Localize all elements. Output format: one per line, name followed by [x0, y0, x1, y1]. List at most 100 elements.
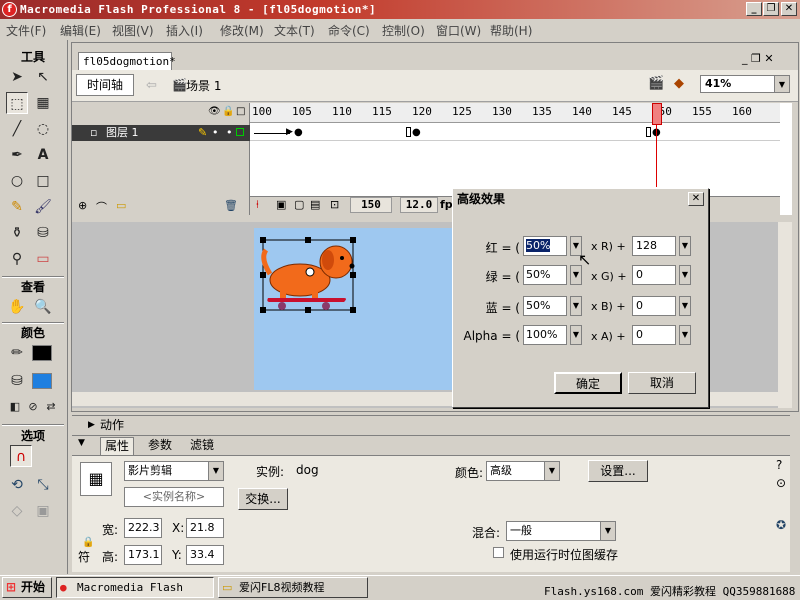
layer-row[interactable]: ▫ 图层 1 ✎ • • [72, 125, 250, 141]
delete-layer-icon[interactable]: 🗑 [224, 199, 238, 212]
swap-colors-icon[interactable]: ⇄ [40, 396, 62, 418]
handle[interactable] [260, 272, 266, 278]
edit-symbols-icon[interactable]: ◆ [674, 76, 684, 91]
paint-bucket-tool-icon[interactable]: ⛁ [32, 222, 54, 244]
alpha-offset-dropdown[interactable]: ▼ [679, 325, 691, 345]
outline-icon[interactable]: □ [236, 106, 245, 117]
handle[interactable] [260, 307, 266, 313]
zoom-select[interactable]: 41% ▼ [700, 75, 790, 93]
collapse-icon[interactable]: ⊙ [776, 476, 786, 490]
fill-color-swatch[interactable] [32, 373, 52, 389]
frame-ruler[interactable]: 100 105 110 115 120 125 130 135 140 145 … [250, 103, 780, 123]
eraser-tool-icon[interactable]: ▭ [32, 248, 54, 270]
eye-icon[interactable]: 👁 [208, 106, 221, 117]
stroke-color-swatch[interactable] [32, 345, 52, 361]
visibility-dot[interactable]: • [212, 125, 219, 141]
blue-offset-dropdown[interactable]: ▼ [679, 296, 691, 316]
gradient-transform-tool-icon[interactable]: ▦ [32, 92, 54, 114]
eyedropper-tool-icon[interactable]: ⚲ [6, 248, 28, 270]
ink-bottle-tool-icon[interactable]: ⚱ [6, 222, 28, 244]
tab-filters[interactable]: 滤镜 [186, 437, 218, 455]
selection-tool-icon[interactable]: ➤ [6, 66, 28, 88]
lock-dot[interactable]: • [226, 125, 233, 141]
blend-select[interactable]: 一般 ▼ [506, 521, 616, 541]
document-window-controls[interactable]: _ ❐ ✕ [742, 52, 774, 65]
stroke-color-icon[interactable]: ✏ [6, 342, 28, 364]
add-layer-icon[interactable]: ⊕ [78, 199, 87, 212]
width-field[interactable]: 222.3 [124, 518, 162, 538]
center-frame-icon[interactable]: ⍿ [256, 198, 259, 212]
line-tool-icon[interactable]: ╱ [6, 118, 28, 140]
alpha-percent-dropdown[interactable]: ▼ [570, 325, 582, 345]
menu-view[interactable]: 视图(V) [112, 22, 154, 39]
subselection-tool-icon[interactable]: ↖ [32, 66, 54, 88]
onion-markers-icon[interactable]: ⊡ [330, 198, 339, 211]
handle[interactable] [260, 237, 266, 243]
handle[interactable] [350, 307, 356, 313]
red-percent-field[interactable]: 50% [523, 236, 567, 256]
handle[interactable] [350, 272, 356, 278]
red-offset-field[interactable]: 128 [632, 236, 676, 256]
ok-button[interactable]: 确定 [554, 372, 622, 394]
envelope-icon[interactable]: ▣ [32, 500, 54, 522]
blue-percent-dropdown[interactable]: ▼ [570, 296, 582, 316]
height-field[interactable]: 173.1 [124, 545, 162, 565]
alpha-offset-field[interactable]: 0 [632, 325, 676, 345]
help-icon[interactable]: ? [776, 458, 782, 472]
menu-control[interactable]: 控制(O) [382, 22, 425, 39]
menu-commands[interactable]: 命令(C) [328, 22, 370, 39]
menu-modify[interactable]: 修改(M) [220, 22, 264, 39]
dialog-close-button[interactable]: ✕ [688, 192, 704, 206]
add-guide-layer-icon[interactable]: ⌒ [96, 199, 107, 215]
symbol-type-select[interactable]: 影片剪辑 ▼ [124, 461, 224, 481]
collapse-arrow-icon[interactable]: ▼ [78, 438, 85, 448]
actions-panel-header[interactable]: ▶ 动作 [72, 415, 790, 433]
transform-point[interactable] [305, 267, 315, 277]
onion-skin-icon[interactable]: ▣ [276, 198, 286, 211]
text-tool-icon[interactable]: A [32, 144, 54, 166]
menu-text[interactable]: 文本(T) [274, 22, 315, 39]
swap-button[interactable]: 交换... [238, 488, 288, 510]
green-offset-dropdown[interactable]: ▼ [679, 265, 691, 285]
handle[interactable] [305, 307, 311, 313]
edit-scene-icon[interactable]: 🎬 [648, 76, 664, 91]
lock-icon[interactable]: 🔒 [222, 106, 234, 117]
instance-name-input[interactable]: <实例名称> [124, 487, 224, 507]
tab-properties[interactable]: 属性 [100, 437, 135, 455]
timeline-toggle-button[interactable]: 时间轴 [76, 74, 134, 96]
y-field[interactable]: 33.4 [186, 545, 224, 565]
blue-percent-field[interactable]: 50% [523, 296, 567, 316]
red-offset-dropdown[interactable]: ▼ [679, 236, 691, 256]
menu-insert[interactable]: 插入(I) [166, 22, 203, 39]
color-effect-select[interactable]: 高级 ▼ [486, 461, 560, 481]
pen-tool-icon[interactable]: ✒ [6, 144, 28, 166]
frame-track[interactable]: ▶ ● ● ● [250, 125, 780, 141]
green-percent-field[interactable]: 50% [523, 265, 567, 285]
green-offset-field[interactable]: 0 [632, 265, 676, 285]
handle[interactable] [305, 237, 311, 243]
blue-offset-field[interactable]: 0 [632, 296, 676, 316]
snap-to-objects-icon[interactable]: ∩ [10, 445, 32, 467]
menu-window[interactable]: 窗口(W) [436, 22, 481, 39]
outline-box[interactable] [236, 128, 244, 136]
menu-help[interactable]: 帮助(H) [490, 22, 532, 39]
document-tab[interactable]: fl05dogmotion* [78, 52, 176, 70]
onion-outline-icon[interactable]: ▢ [294, 198, 304, 211]
tab-parameters[interactable]: 参数 [144, 437, 176, 455]
fill-color-icon[interactable]: ⛁ [6, 370, 28, 392]
menu-edit[interactable]: 编辑(E) [60, 22, 101, 39]
minimize-button[interactable]: _ [746, 2, 762, 16]
x-field[interactable]: 21.8 [186, 518, 224, 538]
playhead[interactable] [652, 103, 662, 125]
menu-file[interactable]: 文件(F) [6, 22, 46, 39]
taskbar-item-flash[interactable]: ● Macromedia Flash Pr... [56, 577, 214, 598]
edit-multiple-frames-icon[interactable]: ▤ [310, 198, 320, 211]
constrain-lock-icon[interactable]: 🔒 [82, 537, 94, 548]
rotate-skew-icon[interactable]: ⟲ [6, 474, 28, 496]
start-button[interactable]: ⊞ 开始 [2, 577, 52, 598]
alpha-percent-field[interactable]: 100% [523, 325, 567, 345]
rectangle-tool-icon[interactable]: □ [32, 170, 54, 192]
cancel-button[interactable]: 取消 [628, 372, 696, 394]
scale-icon[interactable]: ⤡ [32, 474, 54, 496]
zoom-tool-icon[interactable]: 🔍 [32, 296, 54, 318]
